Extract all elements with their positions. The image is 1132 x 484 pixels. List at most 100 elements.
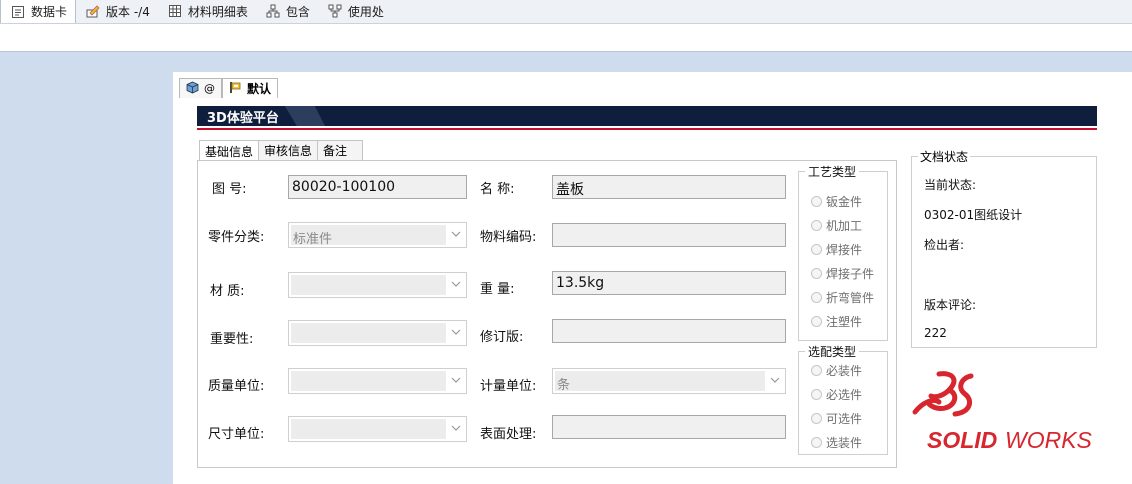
- radio-circle-icon: [811, 196, 822, 207]
- radio-label: 必选件: [826, 388, 863, 402]
- bom-table-icon: [168, 4, 182, 18]
- chevron-down-icon: [451, 377, 461, 383]
- importance-select[interactable]: [288, 320, 467, 346]
- contains-icon: [266, 4, 280, 18]
- radio-sheet-metal[interactable]: 钣金件: [811, 193, 862, 210]
- chevron-down-icon: [451, 281, 461, 287]
- tab-config-default[interactable]: 默认: [222, 78, 279, 98]
- radio-circle-icon: [811, 316, 822, 327]
- drawing-no-label: 图 号:: [212, 182, 247, 197]
- chevron-down-icon: [451, 425, 461, 431]
- part-category-value: 标准件: [291, 225, 446, 247]
- assembly-type-group: 选配类型 必装件 必选件 可选件 选装件: [798, 343, 888, 455]
- radio-label: 注塑件: [826, 315, 863, 329]
- material-code-field[interactable]: [552, 223, 786, 247]
- radio-weld-subpart[interactable]: 焊接子件: [811, 265, 874, 282]
- part-category-label: 零件分类:: [208, 230, 265, 245]
- radio-label: 折弯管件: [826, 291, 875, 305]
- radio-add-on[interactable]: 选装件: [811, 434, 862, 451]
- part-category-select[interactable]: 标准件: [288, 222, 467, 248]
- radio-circle-icon: [811, 413, 822, 424]
- tab-data-card-label: 数据卡: [31, 5, 68, 19]
- material-label: 材 质:: [210, 284, 245, 299]
- radio-label: 焊接件: [826, 243, 863, 257]
- chevron-down-icon: [451, 231, 461, 237]
- solidworks-logo: SOLID WORKS: [912, 371, 1093, 452]
- form-tabs: 基础信息 审核信息 备注: [199, 140, 364, 161]
- data-card-pane: @ 默认 3D体验平台 基础信息 审核信息 备注 图 号: 80020-1001…: [172, 72, 1132, 484]
- name-label: 名 称:: [480, 182, 515, 197]
- radio-weldment[interactable]: 焊接件: [811, 241, 862, 258]
- measure-unit-value: 条: [555, 371, 765, 393]
- tab-review-info[interactable]: 审核信息: [258, 140, 319, 160]
- radio-bent-tube[interactable]: 折弯管件: [811, 289, 874, 306]
- tab-data-card[interactable]: 数据卡: [0, 0, 77, 23]
- cube-icon: [186, 81, 199, 97]
- radio-circle-icon: [811, 268, 822, 279]
- tab-bom[interactable]: 材料明细表: [158, 0, 256, 23]
- tab-bom-label: 材料明细表: [187, 4, 248, 19]
- process-type-group: 工艺类型 钣金件 机加工 焊接件 焊接子件 折弯管件 注塑件: [798, 163, 888, 341]
- size-unit-label: 尺寸单位:: [208, 427, 265, 442]
- radio-machining[interactable]: 机加工: [811, 217, 862, 234]
- radio-circle-icon: [811, 292, 822, 303]
- where-used-icon: [328, 4, 342, 18]
- tab-version-label: 版本 -/4: [106, 4, 150, 19]
- size-unit-select[interactable]: [288, 416, 467, 442]
- weight-label: 重 量:: [480, 282, 515, 297]
- tab-config-at[interactable]: @: [179, 78, 222, 98]
- version-comment-value: 222: [924, 326, 947, 340]
- material-select[interactable]: [288, 272, 467, 298]
- chevron-down-icon: [451, 329, 461, 335]
- revision-field[interactable]: [552, 319, 786, 343]
- material-code-label: 物料编码:: [480, 230, 537, 245]
- tab-contains[interactable]: 包含: [256, 0, 318, 23]
- radio-circle-icon: [811, 244, 822, 255]
- document-status-panel: 文档状态 当前状态: 0302-01图纸设计 检出者: 版本评论: 222: [911, 148, 1097, 348]
- radio-label: 焊接子件: [826, 267, 875, 281]
- name-field[interactable]: 盖板: [552, 175, 786, 199]
- radio-label: 机加工: [826, 219, 863, 233]
- logo-wordmark-solid: SOLID: [927, 427, 997, 452]
- importance-value: [291, 323, 446, 343]
- drawing-no-field[interactable]: 80020-100100: [288, 175, 467, 199]
- platform-banner: 3D体验平台: [197, 106, 1097, 130]
- radio-required-option[interactable]: 必选件: [811, 386, 862, 403]
- tab-basic-info[interactable]: 基础信息: [199, 140, 260, 161]
- configuration-icon: [229, 81, 242, 97]
- tab-config-default-label: 默认: [247, 82, 272, 96]
- surface-label: 表面处理:: [480, 427, 537, 442]
- radio-circle-icon: [811, 389, 822, 400]
- surface-field[interactable]: [552, 415, 786, 439]
- tab-where-used[interactable]: 使用处: [318, 0, 392, 23]
- tab-config-at-label: @: [204, 82, 215, 95]
- process-type-title: 工艺类型: [805, 163, 860, 180]
- basic-info-panel: 图 号: 80020-100100 名 称: 盖板 零件分类: 标准件 物料编码…: [197, 160, 897, 468]
- radio-label: 选装件: [826, 436, 863, 450]
- toolbar-strip: [0, 24, 1132, 52]
- tab-remarks[interactable]: 备注: [317, 140, 364, 160]
- radio-optional[interactable]: 可选件: [811, 410, 862, 427]
- banner-red-line: [197, 128, 1097, 130]
- importance-label: 重要性:: [210, 332, 254, 347]
- measure-unit-select[interactable]: 条: [552, 368, 786, 394]
- tab-version[interactable]: 版本 -/4: [76, 0, 158, 23]
- radio-label: 必装件: [826, 364, 863, 378]
- radio-label: 可选件: [826, 412, 863, 426]
- checked-out-label: 检出者:: [924, 238, 965, 252]
- radio-mandatory[interactable]: 必装件: [811, 362, 862, 379]
- radio-circle-icon: [811, 220, 822, 231]
- radio-label: 钣金件: [826, 195, 863, 209]
- banner-title: 3D体验平台: [197, 106, 297, 126]
- data-card-icon: [11, 5, 25, 19]
- radio-injection[interactable]: 注塑件: [811, 313, 862, 330]
- radio-circle-icon: [811, 365, 822, 376]
- version-icon: [86, 4, 100, 18]
- tab-where-used-label: 使用处: [347, 4, 384, 19]
- chevron-down-icon: [770, 377, 780, 383]
- measure-unit-label: 计量单位:: [480, 379, 537, 394]
- banner-bar: [197, 106, 1097, 126]
- weight-field[interactable]: 13.5kg: [552, 271, 786, 295]
- document-status-title: 文档状态: [918, 148, 971, 165]
- mass-unit-select[interactable]: [288, 368, 467, 394]
